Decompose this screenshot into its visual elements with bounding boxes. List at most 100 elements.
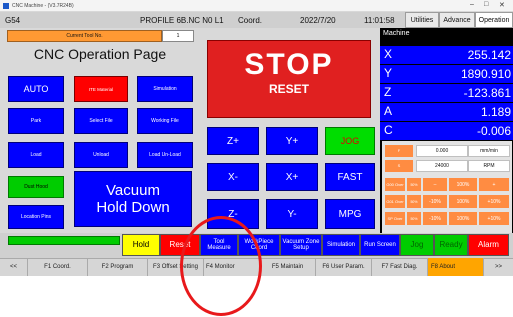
location-pins-button[interactable]: Location Pins: [8, 205, 64, 229]
axis-row-y: Y 1890.910: [380, 65, 513, 83]
stop-reset-button[interactable]: STOP RESET: [207, 40, 371, 118]
axis-row-z: Z -123.861: [380, 84, 513, 102]
jog-y-plus-button[interactable]: Y+: [266, 127, 318, 155]
fkey-f3-offset-setting[interactable]: F3 Offset Setting: [148, 258, 204, 276]
override-increase-button[interactable]: +10%: [479, 212, 509, 225]
axis-name: Z: [384, 85, 392, 99]
window-titlebar: CNC Machine - (V3.7R24B) – □ ✕: [0, 0, 513, 12]
ready-status-indicator: Ready: [434, 234, 468, 256]
tool-measure-button[interactable]: Tool Measure: [200, 234, 238, 256]
vacuum-zone-setup-button[interactable]: Vacuum Zone Setup: [280, 234, 322, 256]
g01-override-label: G01 Over: [385, 195, 405, 208]
axis-value: -123.861: [463, 86, 511, 100]
jog-x-plus-button[interactable]: X+: [266, 163, 318, 191]
fkey-f5-maintain[interactable]: F5 Maintain: [260, 258, 316, 276]
progress-bar: [8, 236, 120, 245]
jog-z-plus-button[interactable]: Z+: [207, 127, 259, 155]
app-icon: [3, 3, 9, 9]
mpg-mode-button[interactable]: MPG: [325, 199, 375, 229]
working-file-button[interactable]: Working File: [137, 108, 193, 134]
park-button[interactable]: Park: [8, 108, 64, 134]
simulation-tab-button[interactable]: Simulation: [322, 234, 360, 256]
page-title: CNC Operation Page: [33, 46, 167, 62]
override-decrease-button[interactable]: -10%: [423, 195, 447, 208]
axis-name: X: [384, 47, 393, 61]
override-value: 100%: [449, 195, 477, 208]
run-screen-button[interactable]: Run Screen: [360, 234, 400, 256]
feed-value: 0.000: [416, 145, 468, 157]
simulation-button[interactable]: Simulation: [137, 76, 193, 102]
override-decrease-button[interactable]: -10%: [423, 212, 447, 225]
axis-row-x: X 255.142: [380, 46, 513, 64]
spindle-unit: RPM: [468, 160, 510, 172]
axis-name: Y: [384, 66, 393, 80]
override-percent: 50%: [407, 195, 421, 208]
tab-utilities[interactable]: Utilities: [405, 12, 439, 28]
tab-operation[interactable]: Operation: [475, 12, 513, 28]
axis-row-a: A 1.189: [380, 103, 513, 121]
load-button[interactable]: Load: [8, 142, 64, 168]
axis-value: 255.142: [467, 48, 511, 62]
dust-hood-button[interactable]: Dust Hood: [8, 176, 64, 198]
axis-name: A: [384, 104, 393, 118]
override-increase-button[interactable]: +: [479, 178, 509, 191]
hold-down-label: Hold Down: [96, 199, 170, 216]
g00-override-label: G00 Over: [385, 178, 405, 191]
axis-value: 1.189: [480, 105, 511, 119]
hold-button[interactable]: Hold: [122, 234, 160, 256]
jog-y-minus-button[interactable]: Y-: [266, 199, 318, 229]
fkey-f8-about[interactable]: F8 About: [428, 258, 484, 276]
axis-name: C: [384, 123, 393, 137]
workpiece-coord-button[interactable]: WorkPiece Coord: [238, 234, 280, 256]
feed-label: F: [385, 145, 413, 157]
stop-label: STOP: [244, 48, 334, 81]
close-icon[interactable]: ✕: [499, 1, 505, 9]
minimize-icon[interactable]: –: [470, 1, 474, 8]
override-value: 100%: [449, 212, 477, 225]
jog-x-minus-button[interactable]: X-: [207, 163, 259, 191]
jog-z-minus-button[interactable]: Z-: [207, 199, 259, 229]
axis-value: 1890.910: [460, 67, 511, 81]
fkey-f6-user-param[interactable]: F6 User Param.: [316, 258, 372, 276]
fkey-f7-fast-diag[interactable]: F7 Fast Diag.: [372, 258, 428, 276]
load-unload-button[interactable]: Load Un-Load: [137, 142, 193, 168]
select-file-button[interactable]: Select File: [74, 108, 128, 134]
override-decrease-button[interactable]: –: [423, 178, 447, 191]
fkey-next[interactable]: >>: [484, 258, 513, 276]
fkey-f2-program[interactable]: F2 Program: [88, 258, 148, 276]
vacuum-hold-down-button[interactable]: Vacuum Hold Down: [74, 171, 192, 227]
window-title: CNC Machine - (V3.7R24B): [12, 3, 74, 9]
current-tool-label: Current Tool No.: [7, 30, 162, 42]
unload-button[interactable]: Unload: [74, 142, 128, 168]
maximize-icon[interactable]: □: [484, 1, 488, 8]
override-increase-button[interactable]: +10%: [479, 195, 509, 208]
jog-mode-button[interactable]: JOG: [325, 127, 375, 155]
override-percent: 50%: [407, 212, 421, 225]
spindle-value: 24000: [416, 160, 468, 172]
sp-override-label: SP Over: [385, 212, 405, 225]
axis-row-c: C -0.006: [380, 122, 513, 140]
override-percent: 50%: [407, 178, 421, 191]
jog-status-indicator: Jog: [400, 234, 434, 256]
reset-label: RESET: [268, 82, 309, 96]
reset-button[interactable]: Reset: [160, 234, 200, 256]
vacuum-label: Vacuum: [106, 182, 160, 199]
spindle-label: S: [385, 160, 413, 172]
fkey-f4-monitor[interactable]: F4 Monitor: [204, 258, 260, 276]
ite-material-button[interactable]: ITE Material: [74, 76, 128, 102]
program-name: PROFILE 6B.NC N0 L1: [140, 16, 224, 25]
machine-label: Machine: [383, 30, 410, 37]
fkey-f1-coord[interactable]: F1 Coord.: [28, 258, 88, 276]
work-coord-label: G54: [5, 16, 21, 25]
feed-unit: mm/min: [468, 145, 510, 157]
fkey-prev[interactable]: <<: [0, 258, 28, 276]
mode-label: Coord.: [238, 16, 263, 25]
current-tool-value: 1: [162, 30, 194, 42]
fast-mode-button[interactable]: FAST: [325, 163, 375, 191]
tab-advance[interactable]: Advance: [439, 12, 475, 28]
auto-button[interactable]: AUTO: [8, 76, 64, 102]
axis-value: -0.006: [476, 124, 511, 138]
cnc-window: CNC Machine - (V3.7R24B) – □ ✕ G54 PROFI…: [0, 0, 513, 317]
override-value: 100%: [449, 178, 477, 191]
alarm-status-indicator[interactable]: Alarm: [468, 234, 509, 256]
